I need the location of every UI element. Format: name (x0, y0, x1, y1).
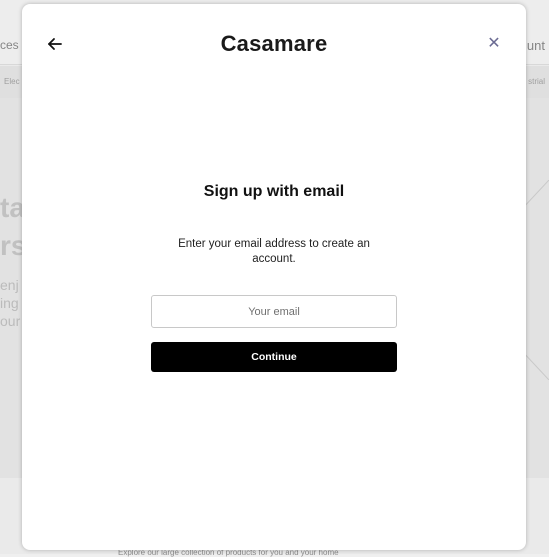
signup-modal: Casamare ✕ Sign up with email Enter your… (22, 4, 526, 550)
close-button[interactable]: ✕ (486, 35, 502, 53)
modal-title: Sign up with email (203, 183, 345, 200)
brand-logo: Casamare (220, 31, 328, 56)
close-icon: ✕ (487, 35, 501, 52)
email-input[interactable] (151, 295, 397, 328)
modal-subtitle: Enter your email address to create an ac… (178, 238, 370, 265)
continue-button[interactable]: Continue (151, 342, 397, 372)
